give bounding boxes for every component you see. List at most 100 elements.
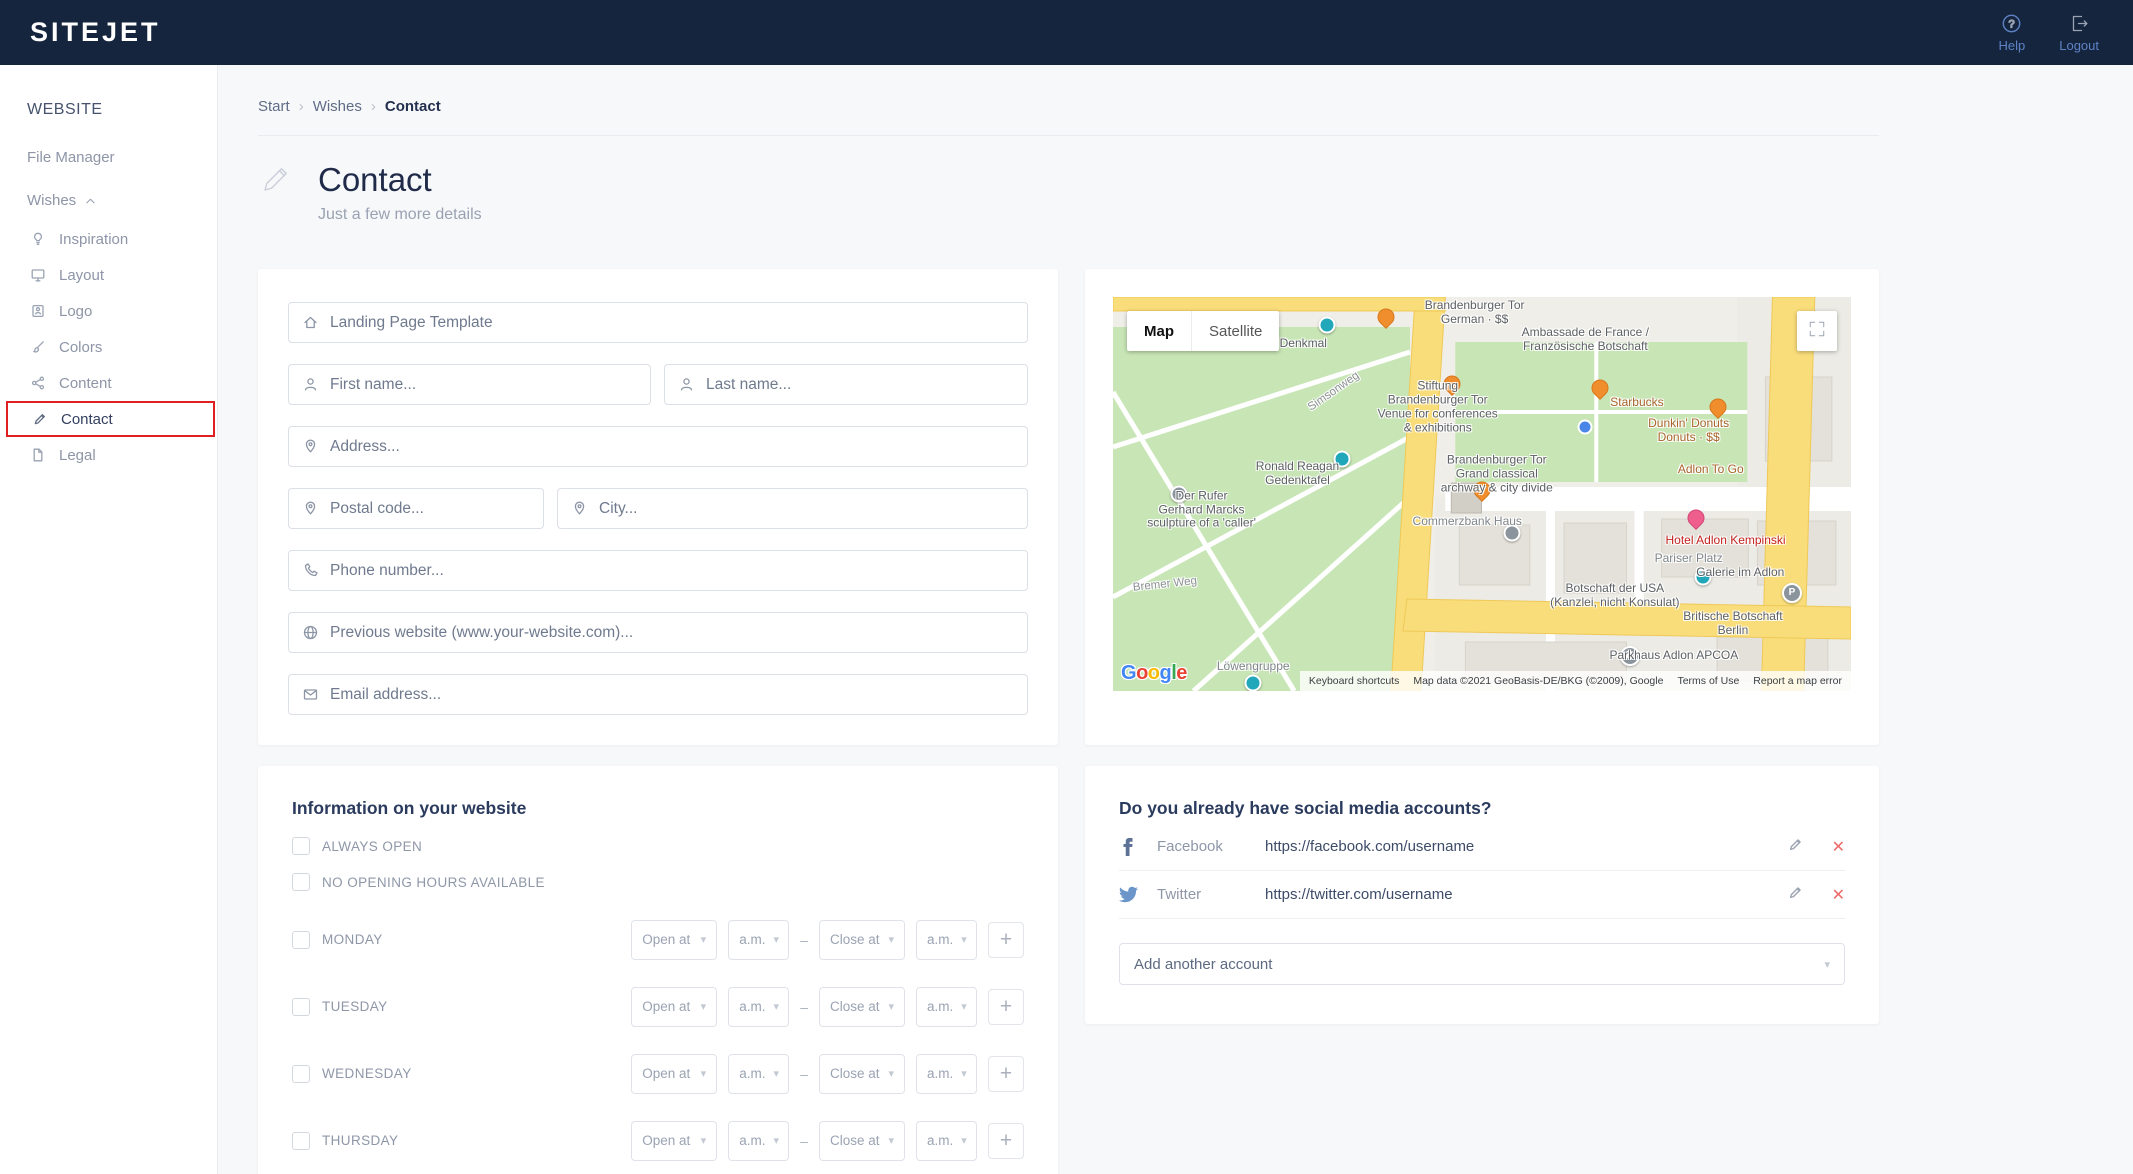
- map-label: Galerie im Adlon: [1696, 566, 1784, 580]
- help-label: Help: [1998, 38, 2025, 53]
- first-name-field[interactable]: [330, 376, 637, 394]
- social-row-twitter: Twitter https://twitter.com/username ✕: [1119, 871, 1845, 919]
- sidebar-item-layout[interactable]: Layout: [0, 257, 217, 293]
- sidebar-item-logo[interactable]: Logo: [0, 293, 217, 329]
- add-hours-button[interactable]: +: [988, 989, 1024, 1025]
- map-marker[interactable]: [1688, 509, 1705, 526]
- sidebar: WEBSITE File Manager Wishes Inspiration …: [0, 65, 218, 1174]
- sitemap-icon: [30, 375, 46, 391]
- close-at-select[interactable]: Close at ▾: [819, 987, 905, 1027]
- last-name-field[interactable]: [706, 376, 1014, 394]
- map-label: Dunkin' Donuts Donuts · $$: [1648, 417, 1729, 445]
- last-name-field-wrap: [664, 364, 1028, 405]
- close-meridiem-select[interactable]: a.m. ▾: [916, 1054, 977, 1094]
- close-at-select[interactable]: Close at ▾: [819, 920, 905, 960]
- postal-code-field[interactable]: [330, 500, 530, 518]
- sidebar-item-wishes[interactable]: Wishes: [27, 192, 217, 209]
- opening-hours-row: MONDAY Open at ▾ a.m. ▾ – Close at: [292, 919, 1024, 960]
- close-meridiem-select[interactable]: a.m. ▾: [916, 920, 977, 960]
- open-at-select[interactable]: Open at ▾: [631, 1054, 717, 1094]
- map-marker[interactable]: [1245, 675, 1262, 691]
- remove-icon[interactable]: ✕: [1832, 837, 1845, 857]
- address-field[interactable]: [330, 438, 1014, 456]
- terms-link[interactable]: Terms of Use: [1677, 675, 1739, 687]
- city-field-wrap: [557, 488, 1028, 529]
- day-checkbox[interactable]: [292, 1065, 310, 1083]
- template-field[interactable]: [330, 314, 1014, 332]
- website-field-wrap: [288, 612, 1028, 653]
- open-meridiem-select[interactable]: a.m. ▾: [728, 987, 789, 1027]
- chevron-down-icon: ▾: [961, 1134, 967, 1147]
- map-marker[interactable]: [1578, 420, 1593, 435]
- city-field[interactable]: [599, 500, 1014, 518]
- keyboard-shortcuts-link[interactable]: Keyboard shortcuts: [1309, 675, 1399, 687]
- satellite-view-button[interactable]: Satellite: [1191, 311, 1279, 351]
- edit-icon[interactable]: [1787, 836, 1804, 858]
- breadcrumb-start[interactable]: Start: [258, 98, 290, 115]
- map-marker[interactable]: [1319, 316, 1336, 333]
- sidebar-item-colors[interactable]: Colors: [0, 329, 217, 365]
- help-button[interactable]: ? Help: [1998, 13, 2025, 53]
- phone-field[interactable]: [330, 562, 1014, 580]
- map-marker[interactable]: [1378, 308, 1395, 325]
- day-checkbox[interactable]: [292, 1132, 310, 1150]
- email-field[interactable]: [330, 686, 1014, 704]
- map-type-control: Map Satellite: [1127, 311, 1279, 351]
- close-meridiem-select[interactable]: a.m. ▾: [916, 1121, 977, 1161]
- open-meridiem-select[interactable]: a.m. ▾: [728, 1121, 789, 1161]
- map-label: Hotel Adlon Kempinski: [1665, 534, 1785, 548]
- add-hours-button[interactable]: +: [988, 922, 1024, 958]
- map-view-button[interactable]: Map: [1127, 311, 1191, 351]
- breadcrumb-wishes[interactable]: Wishes: [313, 98, 362, 115]
- badge-icon: [30, 303, 46, 319]
- report-error-link[interactable]: Report a map error: [1753, 675, 1842, 687]
- open-at-select[interactable]: Open at ▾: [631, 920, 717, 960]
- map-label: Adlon To Go: [1678, 463, 1744, 477]
- breadcrumb: Start › Wishes › Contact: [258, 98, 441, 115]
- add-account-select[interactable]: Add another account ▾: [1119, 943, 1845, 985]
- open-meridiem-select[interactable]: a.m. ▾: [728, 920, 789, 960]
- social-row-facebook: Facebook https://facebook.com/username ✕: [1119, 823, 1845, 871]
- sidebar-item-content[interactable]: Content: [0, 365, 217, 401]
- always-open-checkbox[interactable]: [292, 837, 310, 855]
- map-marker[interactable]: [1782, 583, 1802, 603]
- day-label: THURSDAY: [322, 1133, 398, 1148]
- map-marker[interactable]: [1710, 399, 1727, 416]
- map-data-text: Map data ©2021 GeoBasis-DE/BKG (©2009), …: [1413, 675, 1663, 687]
- close-meridiem-select[interactable]: a.m. ▾: [916, 987, 977, 1027]
- close-at-select[interactable]: Close at ▾: [819, 1054, 905, 1094]
- chevron-down-icon: ▾: [773, 933, 779, 946]
- help-icon: ?: [2001, 13, 2022, 34]
- topbar-actions: ? Help Logout: [1998, 13, 2099, 53]
- open-at-select[interactable]: Open at ▾: [631, 987, 717, 1027]
- add-hours-button[interactable]: +: [988, 1056, 1024, 1092]
- chevron-down-icon: ▾: [1824, 958, 1830, 971]
- sidebar-item-inspiration[interactable]: Inspiration: [0, 221, 217, 257]
- fullscreen-button[interactable]: [1797, 311, 1837, 351]
- no-hours-checkbox[interactable]: [292, 873, 310, 891]
- phone-field-wrap: [288, 550, 1028, 591]
- day-checkbox[interactable]: [292, 931, 310, 949]
- day-checkbox[interactable]: [292, 998, 310, 1016]
- user-icon: [302, 376, 319, 393]
- sidebar-item-label: Layout: [59, 267, 104, 284]
- sidebar-item-file-manager[interactable]: File Manager: [27, 149, 217, 166]
- edit-icon[interactable]: [1787, 884, 1804, 906]
- open-meridiem-select[interactable]: a.m. ▾: [728, 1054, 789, 1094]
- wishes-submenu: Inspiration Layout Logo Colors Content C…: [0, 221, 217, 473]
- remove-icon[interactable]: ✕: [1832, 885, 1845, 905]
- google-map[interactable]: Brandenburger Tor German · $$Ambassade d…: [1113, 297, 1851, 691]
- sidebar-item-contact[interactable]: Contact: [6, 401, 215, 437]
- add-hours-button[interactable]: +: [988, 1123, 1024, 1159]
- map-label: Britische Botschaft Berlin: [1674, 610, 1792, 638]
- close-at-select[interactable]: Close at ▾: [819, 1121, 905, 1161]
- day-label: MONDAY: [322, 932, 383, 947]
- open-at-select[interactable]: Open at ▾: [631, 1121, 717, 1161]
- logout-button[interactable]: Logout: [2059, 13, 2099, 53]
- website-field[interactable]: [330, 624, 1014, 642]
- chevron-down-icon: ▾: [961, 1000, 967, 1013]
- breadcrumb-separator: ›: [371, 98, 376, 115]
- sidebar-item-legal[interactable]: Legal: [0, 437, 217, 473]
- map-marker[interactable]: [1592, 379, 1609, 396]
- day-label: WEDNESDAY: [322, 1066, 412, 1081]
